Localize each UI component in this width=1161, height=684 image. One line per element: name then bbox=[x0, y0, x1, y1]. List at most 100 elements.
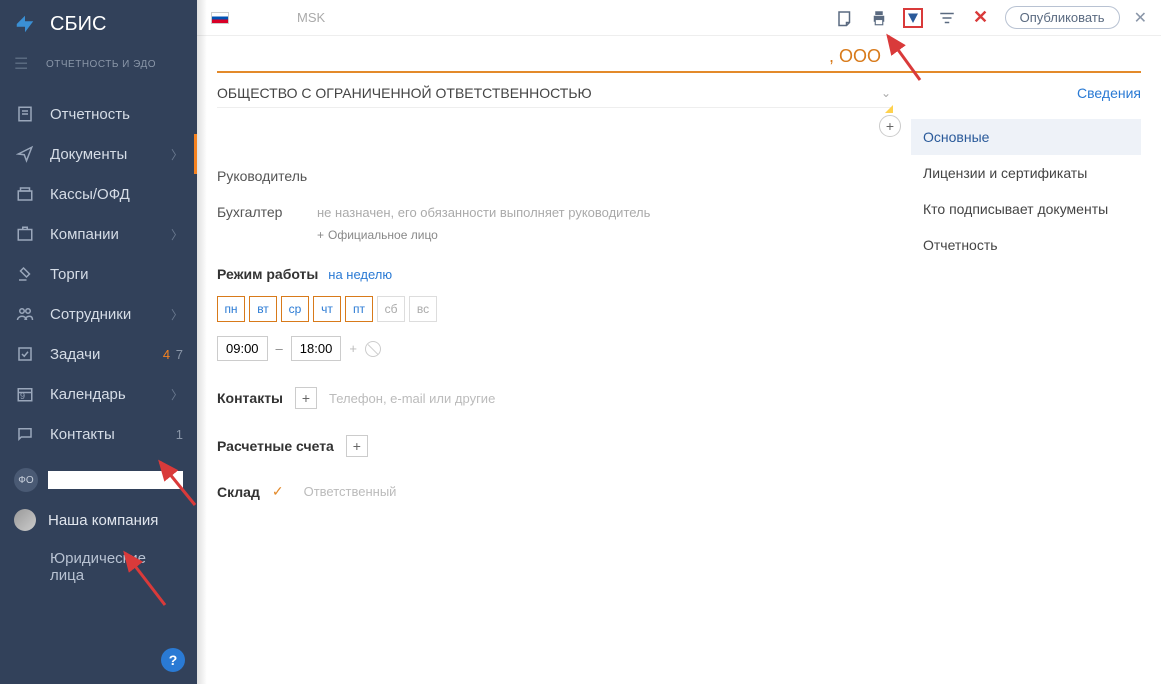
right-nav-item[interactable]: Лицензии и сертификаты bbox=[911, 155, 1141, 191]
help-button[interactable]: ? bbox=[161, 648, 185, 672]
sidebar-item-label: Календарь bbox=[50, 386, 171, 403]
time-row: 09:00 – 18:00 + bbox=[217, 336, 891, 361]
user-row[interactable]: ФО bbox=[0, 460, 197, 500]
top-actions: ✕ Опубликовать ✕ bbox=[835, 6, 1147, 29]
accountant-value: не назначен, его обязанности выполняет р… bbox=[317, 205, 650, 220]
accounts-row: Расчетные счета + bbox=[217, 435, 891, 457]
contacts-row: Контакты + Телефон, e-mail или другие bbox=[217, 387, 891, 409]
warehouse-hint: Ответственный bbox=[304, 484, 397, 499]
chevron-right-icon: 〉 bbox=[171, 306, 183, 323]
close-icon[interactable]: ✕ bbox=[1134, 8, 1147, 28]
contacts-add-button[interactable]: + bbox=[295, 387, 317, 409]
schedule-link[interactable]: на неделю bbox=[328, 267, 392, 282]
delete-icon[interactable]: ✕ bbox=[971, 8, 991, 28]
day-вт[interactable]: вт bbox=[249, 296, 277, 322]
sidebar-item-label: Документы bbox=[50, 146, 171, 163]
publish-button[interactable]: Опубликовать bbox=[1005, 6, 1120, 29]
tasks-icon bbox=[14, 345, 36, 363]
sidebar-item-report[interactable]: Отчетность bbox=[0, 94, 197, 134]
note-icon[interactable] bbox=[835, 8, 855, 28]
time-add-icon[interactable]: + bbox=[349, 341, 357, 356]
time-to[interactable]: 18:00 bbox=[291, 336, 342, 361]
time-dash: – bbox=[276, 341, 283, 356]
sidebar-item-send[interactable]: Документы〉 bbox=[0, 134, 197, 174]
nav: ОтчетностьДокументы〉Кассы/ОФДКомпании〉То… bbox=[0, 94, 197, 454]
print-icon[interactable] bbox=[869, 8, 889, 28]
badge: 4 7 bbox=[163, 347, 183, 362]
chevron-right-icon: 〉 bbox=[171, 386, 183, 403]
sidebar-item-label: Кассы/ОФД bbox=[50, 186, 183, 203]
accounts-label: Расчетные счета bbox=[217, 438, 334, 454]
sidebar-item-label: Задачи bbox=[50, 346, 163, 363]
logo-row: СБИС bbox=[0, 0, 197, 48]
menu-icon[interactable]: ☰ bbox=[14, 54, 32, 74]
company-title: , ООО bbox=[217, 46, 1141, 73]
badge: 1 bbox=[176, 427, 183, 442]
day-ср[interactable]: ср bbox=[281, 296, 309, 322]
add-button[interactable]: + bbox=[879, 115, 901, 137]
contacts-label: Контакты bbox=[217, 390, 283, 406]
people-icon bbox=[14, 305, 36, 323]
main: MSK ✕ Опубликовать ✕ , ООО ОБЩЕСТВО С ОГ… bbox=[197, 0, 1161, 684]
leader-row: Руководитель bbox=[217, 168, 891, 184]
sidebar-item-label: Отчетность bbox=[50, 106, 183, 123]
city-label: MSK bbox=[297, 10, 325, 25]
sidebar-item-cash[interactable]: Кассы/ОФД bbox=[0, 174, 197, 214]
day-сб[interactable]: сб bbox=[377, 296, 405, 322]
accountant-label: Бухгалтер bbox=[217, 204, 317, 220]
top-bar: MSK ✕ Опубликовать ✕ bbox=[197, 0, 1161, 36]
user-avatar: ФО bbox=[14, 468, 38, 492]
right-nav-item[interactable]: Основные bbox=[911, 119, 1141, 155]
day-вс[interactable]: вс bbox=[409, 296, 437, 322]
right-nav: ОсновныеЛицензии и сертификатыКто подпис… bbox=[911, 119, 1141, 263]
right-nav-item[interactable]: Отчетность bbox=[911, 227, 1141, 263]
time-clear-icon[interactable] bbox=[365, 341, 381, 357]
sidebar-item-tasks[interactable]: Задачи4 7 bbox=[0, 334, 197, 374]
warehouse-label: Склад bbox=[217, 484, 260, 500]
flag-ru-icon bbox=[211, 12, 229, 24]
content: , ООО ОБЩЕСТВО С ОГРАНИЧЕННОЙ ОТВЕТСТВЕН… bbox=[197, 36, 1161, 500]
schedule-title: Режим работы на неделю bbox=[217, 266, 891, 282]
logo-icon bbox=[14, 13, 36, 35]
sidebar-item-label: Контакты bbox=[50, 426, 176, 443]
user-name-box bbox=[48, 471, 183, 489]
sidebar-item-auction[interactable]: Торги bbox=[0, 254, 197, 294]
add-official-button[interactable]: Официальное лицо bbox=[317, 228, 891, 242]
send-icon[interactable] bbox=[903, 8, 923, 28]
sidebar-item-label: Сотрудники bbox=[50, 306, 171, 323]
warehouse-row: Склад ✓ Ответственный bbox=[217, 483, 891, 500]
subtitle-text: ОТЧЕТНОСТЬ И ЭДО bbox=[46, 59, 156, 70]
right-nav-item[interactable]: Кто подписывает документы bbox=[911, 191, 1141, 227]
sidebar-item-company[interactable]: Компании〉 bbox=[0, 214, 197, 254]
report-icon bbox=[14, 105, 36, 123]
left-column: ОБЩЕСТВО С ОГРАНИЧЕННОЙ ОТВЕТСТВЕННОСТЬЮ… bbox=[217, 85, 911, 500]
time-from[interactable]: 09:00 bbox=[217, 336, 268, 361]
sidebar-item-contacts[interactable]: Контакты1 bbox=[0, 414, 197, 454]
calendar-icon: 9 bbox=[14, 385, 36, 403]
org-type-row: ОБЩЕСТВО С ОГРАНИЧЕННОЙ ОТВЕТСТВЕННОСТЬЮ… bbox=[217, 85, 891, 108]
info-link[interactable]: Сведения bbox=[911, 85, 1141, 101]
sidebar-item-calendar[interactable]: 9 Календарь〉 bbox=[0, 374, 197, 414]
company-icon bbox=[14, 509, 36, 531]
subtitle-row: ☰ ОТЧЕТНОСТЬ И ЭДО bbox=[0, 48, 197, 88]
days-row: пнвтсрчтптсбвс bbox=[217, 296, 891, 322]
chevron-right-icon: 〉 bbox=[171, 226, 183, 243]
check-icon[interactable]: ✓ bbox=[272, 483, 284, 500]
contacts-icon bbox=[14, 425, 36, 443]
org-type: ОБЩЕСТВО С ОГРАНИЧЕННОЙ ОТВЕТСТВЕННОСТЬЮ bbox=[217, 85, 881, 101]
day-чт[interactable]: чт bbox=[313, 296, 341, 322]
accounts-add-button[interactable]: + bbox=[346, 435, 368, 457]
day-пн[interactable]: пн bbox=[217, 296, 245, 322]
filter-icon[interactable] bbox=[937, 8, 957, 28]
chevron-right-icon: 〉 bbox=[171, 146, 183, 163]
sidebar-item-our-company[interactable]: Наша компания bbox=[0, 500, 197, 540]
accountant-row: Бухгалтер не назначен, его обязанности в… bbox=[217, 204, 891, 220]
chevron-down-icon[interactable]: ⌄ bbox=[881, 86, 891, 100]
sidebar-item-label: Торги bbox=[50, 266, 183, 283]
day-пт[interactable]: пт bbox=[345, 296, 373, 322]
auction-icon bbox=[14, 265, 36, 283]
sidebar-item-legal-entities[interactable]: Юридические лица bbox=[0, 540, 197, 594]
sidebar-item-people[interactable]: Сотрудники〉 bbox=[0, 294, 197, 334]
logo-text: СБИС bbox=[50, 13, 106, 36]
company-label: Наша компания bbox=[48, 512, 158, 529]
